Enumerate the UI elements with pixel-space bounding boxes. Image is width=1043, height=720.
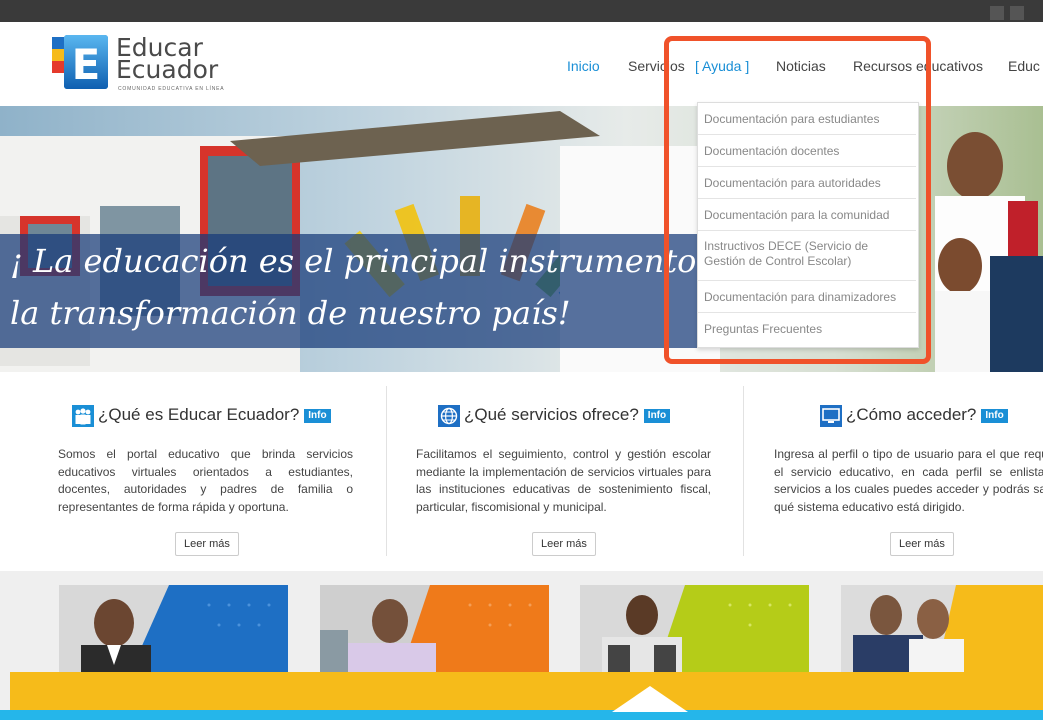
educar-ecuador-logo-icon: E <box>52 35 108 89</box>
column-divider <box>386 386 387 556</box>
column-description: Somos el portal educativo que brinda ser… <box>58 447 353 514</box>
info-column-como-acceder: ¿Cómo acceder? Info Ingresa al perfil o t… <box>774 388 1043 568</box>
logo-tagline: COMUNIDAD EDUCATIVA EN LÍNEA <box>118 86 225 92</box>
column-title: ¿Cómo acceder? Info <box>820 402 1008 428</box>
column-title-text: ¿Cómo acceder? <box>846 405 977 424</box>
column-description: Facilitamos el seguimiento, control y ge… <box>416 447 711 514</box>
top-bar-button[interactable] <box>990 6 1004 20</box>
logo-line-2: Ecuador <box>116 55 219 84</box>
profile-card-image <box>841 585 1043 675</box>
site-logo[interactable]: E Educar Ecuador COMUNIDAD EDUCATIVA EN … <box>50 33 230 93</box>
column-description: Ingresa al perfil o tipo de usuario para… <box>774 447 1043 514</box>
profile-card-image <box>320 585 549 675</box>
nav-inicio[interactable]: Inicio <box>567 56 600 76</box>
info-badge[interactable]: Info <box>981 408 1008 423</box>
leer-mas-button[interactable]: Leer más <box>890 532 954 556</box>
hero-slogan-line-1: ¡ La educación es el principal instrumen… <box>10 242 697 280</box>
column-divider <box>743 386 744 556</box>
profile-card-docentes[interactable] <box>320 585 549 675</box>
hero-slogan-line-2: la transformación de nuestro país! <box>10 294 571 332</box>
column-title-text: ¿Qué es Educar Ecuador? <box>98 405 300 424</box>
profile-card-estudiantes[interactable] <box>59 585 288 675</box>
column-title: ¿Qué es Educar Ecuador? Info <box>72 402 331 428</box>
globe-icon <box>438 404 460 427</box>
profile-card-image <box>580 585 809 675</box>
top-bar <box>0 0 1043 22</box>
nav-educ[interactable]: Educ <box>1008 56 1040 76</box>
footer-blue-band <box>0 710 1043 720</box>
column-title-text: ¿Qué servicios ofrece? <box>464 405 639 424</box>
highlight-annotation-box <box>664 36 931 364</box>
top-bar-button[interactable] <box>1010 6 1024 20</box>
info-badge[interactable]: Info <box>304 408 331 423</box>
footer-yellow-band <box>10 672 1043 712</box>
info-badge[interactable]: Info <box>643 408 671 423</box>
people-icon <box>72 404 94 427</box>
profile-card-image <box>59 585 288 675</box>
profile-card-padres[interactable] <box>841 585 1043 675</box>
scroll-indicator-notch <box>612 686 688 712</box>
leer-mas-button[interactable]: Leer más <box>175 532 239 556</box>
leer-mas-button[interactable]: Leer más <box>532 532 596 556</box>
profile-card-autoridades[interactable] <box>580 585 809 675</box>
column-title: ¿Qué servicios ofrece? Info <box>438 402 671 428</box>
monitor-icon <box>820 404 842 427</box>
logo-mark-letter: E <box>72 40 101 89</box>
